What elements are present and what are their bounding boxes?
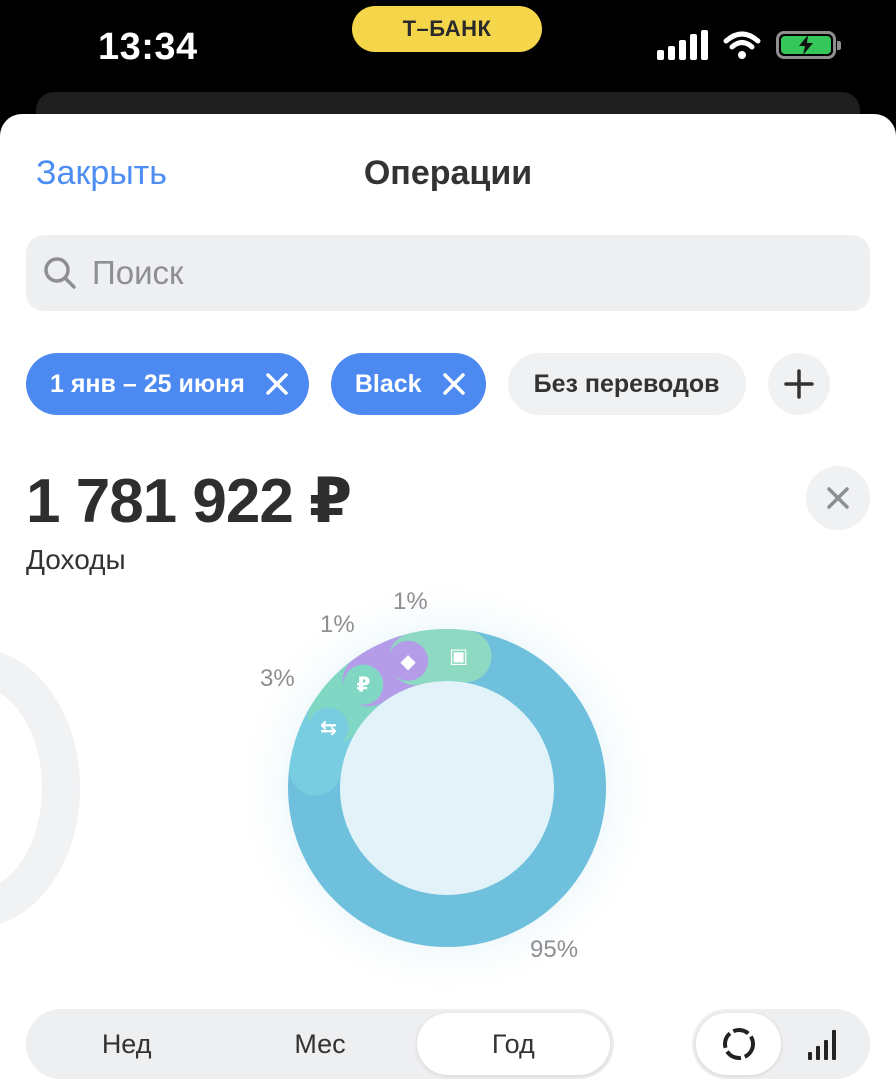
bar-view-button[interactable] bbox=[781, 1013, 866, 1075]
status-time: 13:34 bbox=[98, 26, 198, 68]
period-month[interactable]: Мес bbox=[223, 1013, 416, 1075]
wifi-icon bbox=[723, 31, 761, 59]
period-week[interactable]: Нед bbox=[30, 1013, 223, 1075]
bar-view-icon bbox=[807, 1030, 836, 1060]
transfer-icon-glyph: ⇆ bbox=[320, 716, 337, 740]
donut-view-button[interactable] bbox=[696, 1013, 781, 1075]
bank-badge-label: Т–БАНК bbox=[402, 16, 492, 41]
bank-badge: Т–БАНК bbox=[352, 6, 542, 52]
period-year[interactable]: Год bbox=[416, 1013, 610, 1075]
operations-sheet: Закрыть Операции 1 янв – 25 июня Black Б… bbox=[0, 114, 896, 1088]
slice-label-main: 95% bbox=[530, 936, 579, 963]
period-selector: Нед Мес Год bbox=[26, 1009, 614, 1079]
slice-label-gift: 1% bbox=[393, 588, 428, 615]
box-icon-glyph: ◆ bbox=[400, 649, 416, 673]
income-donut-chart[interactable]: ⇆ ₽ ◆ ▣ bbox=[0, 114, 896, 994]
view-toggle bbox=[692, 1009, 870, 1079]
status-bar: 13:34 Т–БАНК bbox=[0, 0, 896, 100]
gift-icon-glyph: ▣ bbox=[449, 644, 468, 668]
slice-label-box: 1% bbox=[320, 611, 355, 638]
slice-label-transfers: 3% bbox=[260, 665, 295, 692]
signal-icon bbox=[657, 30, 708, 60]
battery-charging-icon bbox=[776, 31, 841, 59]
status-icons bbox=[657, 30, 841, 60]
donut-view-icon bbox=[722, 1028, 755, 1060]
ruble-icon-glyph: ₽ bbox=[356, 673, 370, 697]
